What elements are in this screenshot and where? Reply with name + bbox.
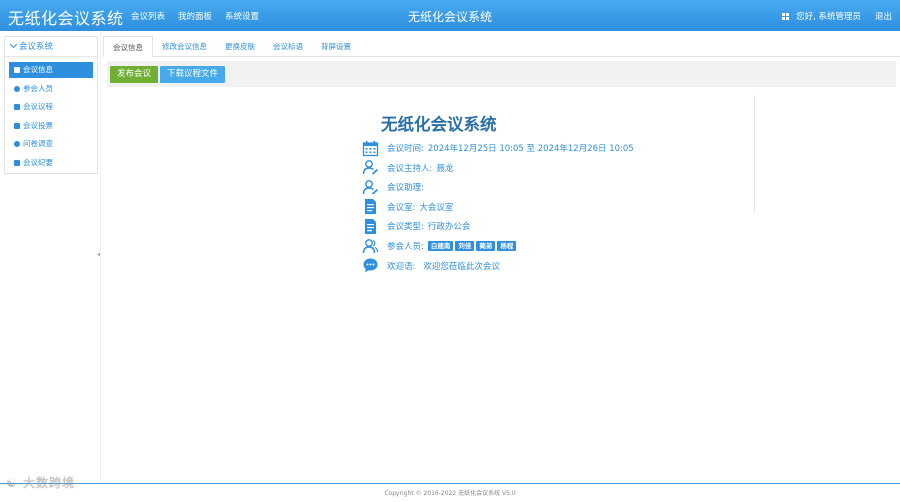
- agenda-icon: [14, 104, 20, 111]
- copyright-text: Copyright © 2016-2022 无纸化会议系统 V5.0: [384, 490, 516, 497]
- meeting-room-label: 会议室:: [387, 202, 416, 213]
- meeting-time-value: 2024年12月25日 10:05 至 2024年12月26日 10:05: [427, 144, 634, 155]
- attendee-badge: 刘佳: [455, 241, 475, 252]
- publish-meeting-button[interactable]: 发布会议: [110, 65, 159, 83]
- sidebar-item-label: 会议纪要: [23, 157, 53, 167]
- file-icon: [14, 159, 20, 166]
- user-area: 您好, 系统管理员 退出: [782, 10, 892, 22]
- top-header: 无纸化会议系统 会议列表 我的面板 系统设置 无纸化会议系统 您好, 系统管理员…: [0, 0, 900, 31]
- meeting-host-row: 会议主持人: 聂龙: [362, 158, 742, 177]
- welcome-value: 欢迎您莅临此次会议: [423, 261, 500, 272]
- tab-bar: 会议信息 修改会议信息 更换皮肤 会议标语 背屏设置: [103, 36, 900, 57]
- meeting-type-value: 行政办公会: [427, 222, 471, 233]
- attendee-badge: 杨程: [497, 241, 517, 252]
- top-nav: 会议列表 我的面板 系统设置: [131, 10, 272, 22]
- meeting-info-panel: 无纸化会议系统 会议时间: 2024年12月25日 10:05 至 2024年1…: [362, 112, 742, 275]
- sidebar-item-vote[interactable]: 会议投票: [9, 118, 93, 134]
- list-icon: [14, 67, 20, 73]
- tab-edit-meeting-info[interactable]: 修改会议信息: [153, 36, 216, 57]
- watermark-text: 大数跨境: [22, 476, 75, 490]
- attendees-label: 参会人员:: [387, 242, 424, 253]
- sidebar-item-agenda[interactable]: 会议议程: [9, 99, 93, 115]
- sidebar-item-label: 参会人员: [23, 83, 53, 93]
- attendee-badge: 蔺弟: [476, 241, 496, 252]
- user-icon: [14, 85, 20, 92]
- meeting-time-row: 会议时间: 2024年12月25日 10:05 至 2024年12月26日 10…: [362, 139, 742, 158]
- meeting-host-label: 会议主持人:: [387, 163, 433, 174]
- document-icon: [365, 218, 376, 234]
- meeting-time-label: 会议时间:: [387, 144, 424, 155]
- sidebar-title: 会议系统: [19, 42, 54, 52]
- tab-meeting-slogan[interactable]: 会议标语: [264, 36, 312, 57]
- sidebar-item-survey[interactable]: 问卷调查: [9, 136, 93, 152]
- user-edit-icon: [362, 160, 379, 175]
- meeting-assistant-label: 会议助理:: [387, 183, 424, 194]
- user-greeting[interactable]: 您好, 系统管理员: [796, 10, 861, 22]
- collapse-arrow-icon[interactable]: ◂: [97, 252, 100, 258]
- attendee-badge: 白建南: [427, 241, 454, 252]
- brand-title: 无纸化会议系统: [8, 9, 124, 28]
- download-agenda-button[interactable]: 下载议程文件: [160, 65, 226, 83]
- sidebar-item-minutes[interactable]: 会议纪要: [9, 155, 93, 171]
- meeting-room-value: 大会议室: [419, 202, 454, 213]
- sidebar-item-label: 会议信息: [23, 65, 53, 74]
- sidebar-list: 会议信息 参会人员 会议议程 会议投票 问卷调查 会议纪要: [5, 57, 97, 171]
- document-icon: [365, 199, 376, 215]
- sidebar-divider: [100, 31, 101, 481]
- speech-bubble-icon: [363, 258, 378, 273]
- tab-backscreen-settings[interactable]: 背屏设置: [312, 36, 360, 57]
- sidebar-item-label: 问卷调查: [23, 139, 53, 149]
- content-divider: [754, 95, 755, 213]
- meeting-type-label: 会议类型:: [387, 222, 424, 233]
- user-edit-icon: [362, 179, 379, 195]
- sidebar-item-meeting-info[interactable]: 会议信息: [9, 62, 93, 78]
- calendar-icon: [362, 140, 379, 156]
- footer-divider: [0, 483, 900, 484]
- meeting-assistant-row: 会议助理:: [362, 178, 742, 197]
- tab-change-skin[interactable]: 更换皮肤: [216, 36, 264, 57]
- watermark: ☯ 大数跨境: [6, 474, 75, 491]
- sidebar-item-label: 会议议程: [23, 102, 53, 112]
- nav-system-settings[interactable]: 系统设置: [225, 10, 259, 22]
- sidebar-item-attendees[interactable]: 参会人员: [9, 81, 93, 97]
- watermark-logo-icon: ☯: [6, 476, 18, 490]
- welcome-row: 欢迎语: 欢迎您莅临此次会议: [362, 256, 742, 275]
- tab-meeting-info[interactable]: 会议信息: [103, 36, 153, 57]
- users-icon: [362, 238, 379, 253]
- welcome-label: 欢迎语:: [387, 261, 416, 272]
- meeting-title: 无纸化会议系统: [381, 115, 497, 134]
- footer: Copyright © 2016-2022 无纸化会议系统 V5.0: [0, 488, 900, 497]
- nav-my-panel[interactable]: 我的面板: [178, 10, 212, 22]
- sidebar-item-label: 会议投票: [23, 120, 53, 130]
- sidebar: 会议系统 会议信息 参会人员 会议议程 会议投票 问卷调查 会议纪要: [4, 36, 98, 174]
- attendees-row: 参会人员: 白建南 刘佳 蔺弟 杨程: [362, 237, 742, 256]
- comment-icon: [14, 141, 20, 148]
- sidebar-header[interactable]: 会议系统: [5, 37, 97, 57]
- apps-grid-icon[interactable]: [782, 12, 790, 20]
- meeting-host-value: 聂龙: [436, 163, 454, 174]
- meeting-room-row: 会议室: 大会议室: [362, 197, 742, 216]
- logout-link[interactable]: 退出: [875, 10, 892, 22]
- vote-icon: [14, 122, 20, 129]
- chevron-down-icon: [9, 40, 18, 49]
- meeting-type-row: 会议类型: 行政办公会: [362, 217, 742, 236]
- nav-meeting-list[interactable]: 会议列表: [131, 10, 165, 22]
- header-center-title: 无纸化会议系统: [407, 10, 492, 24]
- toolbar: 发布会议 下载议程文件: [107, 61, 896, 87]
